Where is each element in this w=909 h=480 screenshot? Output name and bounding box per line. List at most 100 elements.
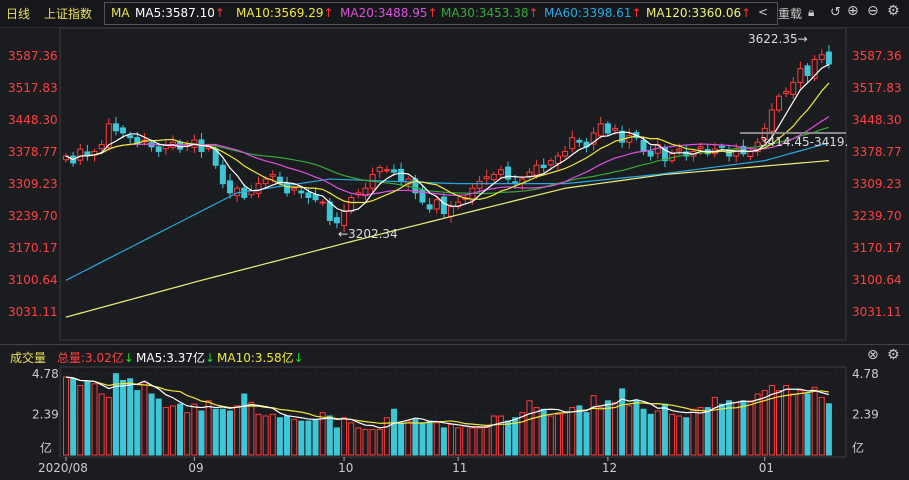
volume-title: 成交量: [10, 351, 47, 365]
candle-up: [248, 190, 255, 196]
candle-up: [462, 196, 469, 200]
volume-bar: [198, 410, 205, 456]
volume-bar: [576, 405, 583, 456]
price-tick-right: 3239.70: [852, 209, 902, 223]
volume-bar: [91, 383, 98, 456]
candle-down: [426, 204, 433, 210]
annotation-range: 3414.45-3419.: [760, 135, 848, 149]
candle-down: [583, 141, 590, 148]
volume-bar: [754, 393, 761, 456]
volume-bar: [127, 378, 134, 456]
candle-down: [312, 194, 319, 201]
candle-up: [234, 187, 241, 197]
index-name[interactable]: 上证指数: [44, 5, 92, 22]
volume-bar: [284, 415, 291, 456]
prev-icon[interactable]: <: [758, 5, 768, 19]
volume-bar: [483, 425, 490, 456]
candle-up: [776, 95, 782, 111]
volume-bar: [497, 415, 504, 456]
reload-button[interactable]: 重载: [778, 5, 802, 22]
candle-up: [711, 148, 718, 155]
volume-bar: [726, 400, 733, 456]
volume-total: 总量:3.02亿↓: [57, 351, 134, 365]
candle-up: [184, 144, 191, 147]
candle-down: [661, 146, 668, 162]
candle-up: [63, 155, 69, 161]
candle-up: [697, 146, 704, 150]
volume-bar: [619, 388, 626, 456]
candle-up: [747, 150, 754, 157]
candle-down: [505, 166, 512, 180]
candle-down: [84, 151, 91, 156]
volume-bar: [804, 393, 811, 456]
volume-bar: [455, 427, 462, 456]
volume-bar: [640, 408, 647, 456]
volume-bar: [362, 429, 369, 456]
candle-down: [576, 139, 583, 143]
price-tick-left: 3448.30: [8, 113, 58, 127]
gear-icon[interactable]: ⚙: [887, 3, 900, 19]
candle-up: [590, 132, 597, 145]
volume-bar: [711, 396, 718, 456]
candle-up: [448, 206, 455, 217]
candle-down: [326, 201, 333, 221]
volume-bar: [811, 386, 818, 456]
volume-bar: [776, 390, 782, 456]
candle-down: [226, 180, 233, 194]
candle-up: [405, 178, 412, 185]
candle-up: [797, 68, 804, 83]
close-icon[interactable]: ⊗: [867, 347, 879, 363]
candle-down: [619, 130, 626, 143]
volume-bar: [105, 396, 112, 456]
candle-down: [633, 132, 640, 139]
price-tick-right: 3031.11: [852, 305, 902, 319]
candle-down: [412, 178, 419, 194]
candle-up: [169, 141, 176, 148]
volume-bar: [212, 408, 219, 456]
volume-gear-icon[interactable]: ⚙: [887, 347, 900, 363]
volume-tick: 2.39: [32, 408, 59, 422]
price-tick-right: 3378.77: [852, 145, 902, 159]
volume-ma5-line: [65, 376, 830, 429]
volume-bar: [390, 408, 397, 456]
volume-bar: [740, 400, 747, 456]
volume-bar: [590, 395, 597, 456]
lock-icon[interactable]: 🔒︎: [808, 5, 814, 20]
zoom-out-icon[interactable]: ⊖: [867, 3, 879, 19]
volume-bar: [319, 412, 326, 456]
volume-bar: [661, 403, 668, 456]
volume-bar: [597, 407, 604, 456]
candle-up: [341, 210, 348, 227]
candle-down: [604, 123, 611, 134]
price-tick-right: 3517.83: [852, 81, 902, 95]
volume-bar: [533, 407, 540, 456]
volume-bar: [426, 420, 433, 456]
volume-bar: [790, 393, 797, 456]
candle-up: [162, 144, 169, 150]
period-selector[interactable]: 日线: [6, 5, 30, 22]
candle-up: [141, 139, 148, 143]
candle-up: [98, 144, 105, 150]
volume-bar: [490, 415, 497, 456]
x-axis-label: 10: [338, 461, 353, 475]
candle-up: [383, 169, 390, 172]
zoom-in-icon[interactable]: ⊕: [847, 3, 859, 19]
candle-down: [155, 146, 162, 152]
volume-bar: [205, 400, 212, 456]
candle-down: [740, 145, 747, 155]
undo-icon[interactable]: ↺: [830, 5, 841, 20]
candle-down: [512, 181, 519, 185]
x-axis-label: 12: [602, 461, 617, 475]
volume-bar: [191, 403, 198, 456]
candle-up: [761, 127, 768, 140]
price-tick-right: 3587.36: [852, 49, 902, 63]
x-axis-label: 01: [759, 461, 774, 475]
candle-down: [704, 149, 711, 155]
x-axis-label: 2020/08: [38, 461, 88, 475]
ma30-line: [65, 126, 830, 195]
price-tick-left: 3378.77: [8, 145, 58, 159]
volume-bar: [547, 415, 554, 456]
volume-ma10-line: [65, 376, 829, 427]
annotation-high: 3622.35→: [748, 32, 808, 46]
candle-up: [269, 173, 276, 177]
